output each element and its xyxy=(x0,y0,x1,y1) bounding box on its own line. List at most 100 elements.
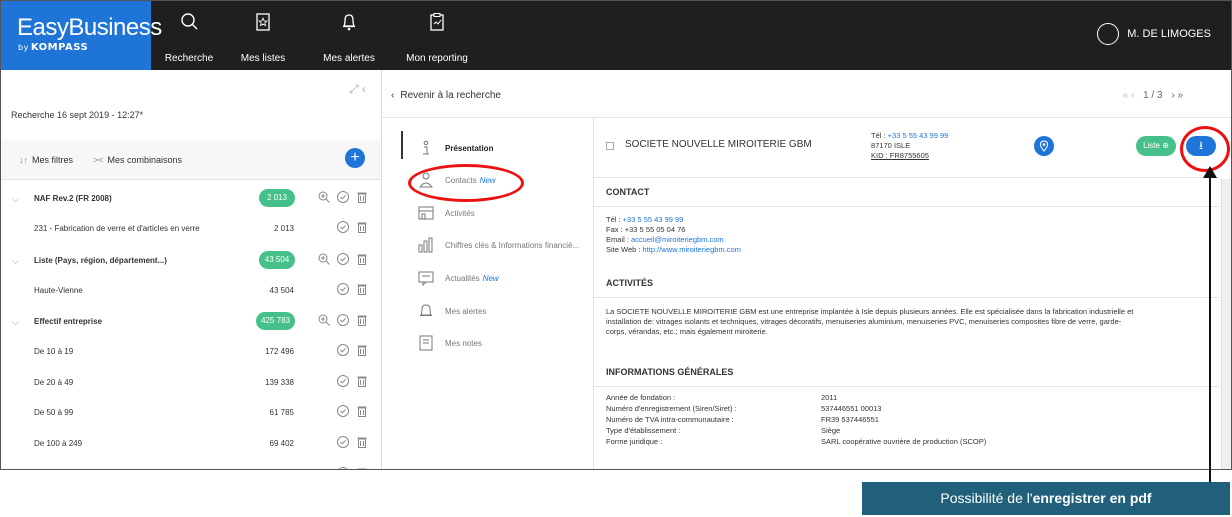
check-circle-icon[interactable] xyxy=(336,404,350,418)
trash-icon[interactable] xyxy=(355,313,369,327)
email-link[interactable]: accueil@miroiteriegbm.com xyxy=(631,235,724,244)
count-badge: 2 013 xyxy=(259,189,295,207)
filter-row[interactable]: De 20 à 49 139 338 xyxy=(1,375,381,408)
row-actions xyxy=(336,282,369,296)
trash-icon[interactable] xyxy=(355,282,369,296)
zoom-icon[interactable] xyxy=(317,313,331,327)
menu-item-mes-notes[interactable]: Mes notes xyxy=(401,334,591,366)
phone-link[interactable]: +33 5 55 43 99 99 xyxy=(623,215,684,224)
fax: Fax : +33 5 55 05 04 76 xyxy=(606,225,686,234)
map-pin-button[interactable] xyxy=(1034,136,1054,156)
info-value: 2011 xyxy=(821,393,838,402)
back-to-search-link[interactable]: ‹ Revenir à la recherche xyxy=(391,90,501,101)
filter-count: 172 496 xyxy=(265,347,294,356)
filter-row[interactable]: De 100 à 249 69 402 xyxy=(1,436,381,469)
annotation-callout: Possibilité de l'enregistrer en pdf xyxy=(862,482,1230,515)
trash-icon[interactable] xyxy=(355,343,369,357)
user-menu[interactable]: M. DE LIMOGES xyxy=(1097,23,1211,45)
check-circle-icon[interactable] xyxy=(336,435,350,449)
trash-icon[interactable] xyxy=(355,252,369,266)
filters-panel: ⤢ ‹ Recherche 16 sept 2019 - 12:27* ↓↑ Me… xyxy=(1,70,382,470)
my-filters-tab[interactable]: ↓↑ Mes filtres xyxy=(19,155,73,165)
bell-icon xyxy=(342,14,356,31)
count-badge: 43 504 xyxy=(259,251,295,269)
check-circle-icon[interactable] xyxy=(336,252,350,266)
trash-icon[interactable] xyxy=(355,190,369,204)
filter-count: 139 338 xyxy=(265,378,294,387)
select-checkbox[interactable] xyxy=(606,142,614,150)
logo[interactable]: EasyBusiness by KOMPASS xyxy=(1,1,162,70)
filter-group-row[interactable]: ⌵ Liste (Pays, région, département...) 43 … xyxy=(1,251,381,286)
nav-mon-reporting[interactable]: Mon reporting xyxy=(401,1,473,70)
prev-page-icon[interactable]: ‹ xyxy=(1131,90,1134,101)
filter-row[interactable]: 231 - Fabrication de verre et d'articles… xyxy=(1,221,381,254)
trash-icon[interactable] xyxy=(355,220,369,234)
menu-item-chiffres-cles[interactable]: Chiffres clés & Informations financiè... xyxy=(401,236,591,268)
row-actions xyxy=(336,404,369,418)
trash-icon[interactable] xyxy=(355,466,369,470)
chevron-left-icon: ‹ xyxy=(391,90,395,101)
add-to-list-button[interactable]: Liste ⊕ xyxy=(1136,136,1176,156)
filter-row[interactable]: De 10 à 19 172 496 xyxy=(1,344,381,377)
company-phone-link[interactable]: +33 5 55 43 99 99 xyxy=(888,131,949,140)
bar-chart-icon xyxy=(418,237,433,253)
combine-icon: >< xyxy=(93,155,104,165)
check-circle-icon[interactable] xyxy=(336,466,350,470)
filter-label: NAF Rev.2 (FR 2008) xyxy=(34,194,112,203)
row-actions xyxy=(336,466,369,470)
menu-item-actualites[interactable]: Actualités New xyxy=(401,269,591,301)
row-actions xyxy=(317,313,369,327)
chevron-down-icon[interactable]: ⌵ xyxy=(12,256,19,267)
check-circle-icon[interactable] xyxy=(336,343,350,357)
menu-item-mes-alertes[interactable]: Mes alertes xyxy=(401,302,591,334)
nav-recherche[interactable]: Recherche xyxy=(159,1,219,70)
menu-item-activites[interactable]: Activités xyxy=(401,204,591,236)
filter-group-row[interactable]: ⌵ NAF Rev.2 (FR 2008) 2 013 xyxy=(1,189,381,224)
info-value: FR39 537446551 xyxy=(821,415,879,424)
first-page-icon[interactable]: « xyxy=(1123,90,1129,101)
note-icon xyxy=(419,335,433,351)
plus-circle-icon: ⊕ xyxy=(1162,141,1169,150)
activities-description: La SOCIETE NOUVELLE MIROITERIE GBM est u… xyxy=(606,307,1134,336)
result-pager: « ‹ 1 / 3 › » xyxy=(1123,90,1183,101)
star-document-icon xyxy=(256,13,270,31)
trash-icon[interactable] xyxy=(355,374,369,388)
trash-icon[interactable] xyxy=(355,404,369,418)
check-circle-icon[interactable] xyxy=(336,313,350,327)
check-circle-icon[interactable] xyxy=(336,220,350,234)
next-page-icon[interactable]: › xyxy=(1171,90,1174,101)
filter-row[interactable]: De 50 à 99 61 785 xyxy=(1,405,381,438)
row-actions xyxy=(336,220,369,234)
trash-icon[interactable] xyxy=(355,435,369,449)
info-label: Numéro de TVA intra-communautaire : xyxy=(606,415,734,424)
sort-icon: ↓↑ xyxy=(19,155,28,165)
filter-group-row[interactable]: ⌵ Effectif entreprise 425 783 xyxy=(1,312,381,347)
new-badge: New xyxy=(482,274,499,283)
last-page-icon[interactable]: » xyxy=(1177,90,1183,101)
scrollbar[interactable] xyxy=(1221,179,1231,469)
expand-collapse-icon[interactable]: ⤢ ‹ xyxy=(349,82,366,97)
zoom-icon[interactable] xyxy=(317,190,331,204)
check-circle-icon[interactable] xyxy=(336,282,350,296)
search-icon xyxy=(181,13,198,30)
contact-block: Tél : +33 5 55 43 99 99 Fax : +33 5 55 0… xyxy=(606,215,741,254)
nav-mes-alertes[interactable]: Mes alertes xyxy=(319,1,379,70)
check-circle-icon[interactable] xyxy=(336,190,350,204)
nav-mes-listes[interactable]: Mes listes xyxy=(233,1,293,70)
company-summary: Tél : +33 5 55 43 99 99 87170 ISLE KID :… xyxy=(871,131,949,160)
add-filter-button[interactable]: + xyxy=(345,148,365,168)
nav-label: Mon reporting xyxy=(406,53,468,64)
section-title-general: INFORMATIONS GÉNÉRALES xyxy=(606,367,734,377)
website-link[interactable]: http://www.miroiteriegbm.com xyxy=(643,245,741,254)
filter-row[interactable]: Haute-Vienne 43 504 xyxy=(1,283,381,316)
chevron-down-icon[interactable]: ⌵ xyxy=(12,194,19,205)
filter-label: 231 - Fabrication de verre et d'articles… xyxy=(34,224,200,233)
info-label: Année de fondation : xyxy=(606,393,676,402)
zoom-icon[interactable] xyxy=(317,252,331,266)
chevron-down-icon[interactable]: ⌵ xyxy=(12,317,19,328)
my-combinations-tab[interactable]: >< Mes combinaisons xyxy=(93,155,182,165)
info-icon xyxy=(423,140,429,155)
check-circle-icon[interactable] xyxy=(336,374,350,388)
location-pin-icon xyxy=(1039,140,1049,152)
store-icon xyxy=(418,206,434,220)
